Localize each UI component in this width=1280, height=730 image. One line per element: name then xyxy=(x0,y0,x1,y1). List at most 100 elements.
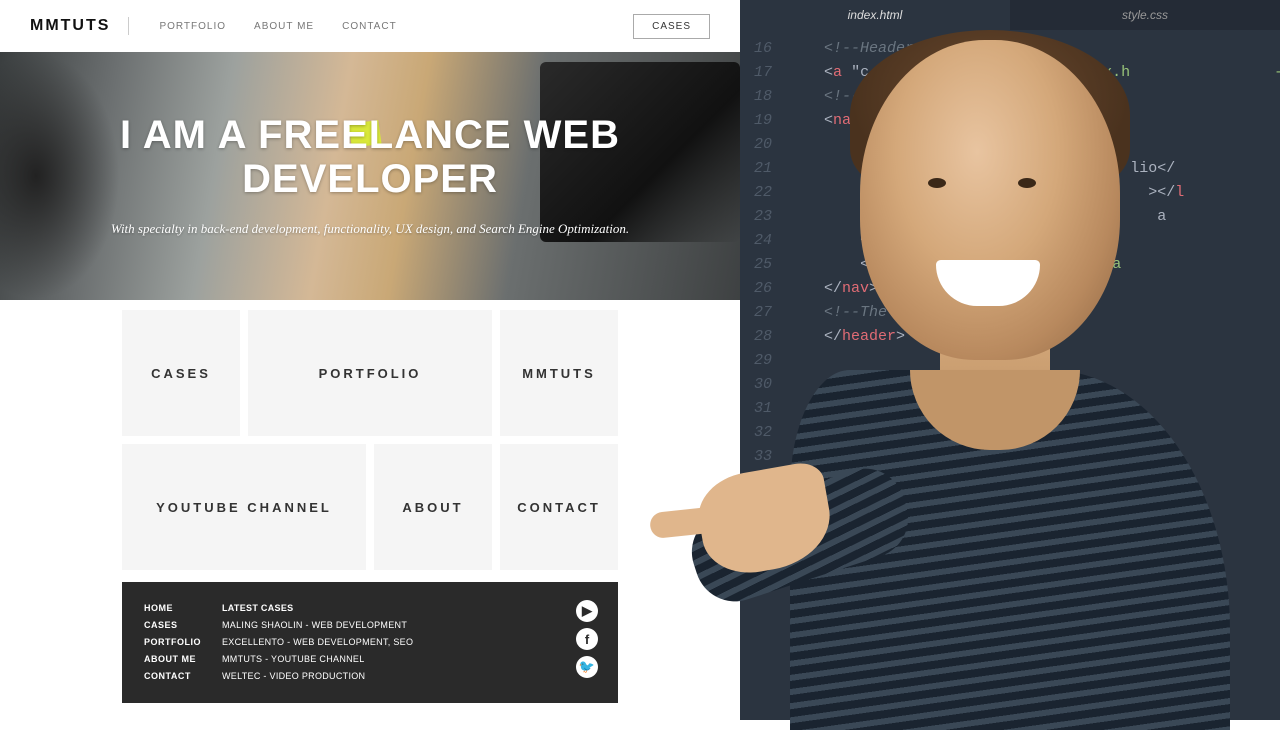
tile-mmtuts[interactable]: MMTUTS xyxy=(500,310,618,436)
code-content: </header> xyxy=(788,328,1280,345)
code-content xyxy=(788,544,1280,561)
code-content: <!--Header logo--> xyxy=(788,40,1280,57)
code-line[interactable]: 20 <ul> xyxy=(740,132,1280,156)
code-editor: index.html style.css 16 <!--Header logo-… xyxy=(740,0,1280,720)
code-content: <a "c-attr">href"c-punc">="ca ses"> xyxy=(788,256,1280,273)
brand-logo[interactable]: MMTUTS xyxy=(30,17,129,35)
hero-subtitle: With specialty in back-end development, … xyxy=(111,219,629,240)
tile-youtube[interactable]: YOUTUBE CHANNEL xyxy=(122,444,366,570)
footer-link-cases[interactable]: CASES xyxy=(144,617,222,634)
line-number: 30 xyxy=(740,376,788,393)
code-line[interactable]: 27 <!--The header E xyxy=(740,300,1280,324)
code-line[interactable]: 36 >With s xyxy=(740,516,1280,540)
line-number: 32 xyxy=(740,424,788,441)
facebook-icon[interactable]: f xyxy=(576,628,598,650)
code-line[interactable]: 21 <li><a lio</ xyxy=(740,156,1280,180)
tab-style-css[interactable]: style.css xyxy=(1010,0,1280,30)
code-line[interactable]: 34 <div "c-attr">class"c-punc">="" xyxy=(740,468,1280,492)
line-number: 37 xyxy=(740,544,788,561)
code-line[interactable]: 30 <!--The main con xyxy=(740,372,1280,396)
footer-case-item[interactable]: WELTEC - VIDEO PRODUCTION xyxy=(222,668,413,685)
editor-tabs: index.html style.css xyxy=(740,0,1280,30)
nav-about[interactable]: ABOUT ME xyxy=(254,21,314,32)
tile-about[interactable]: ABOUT xyxy=(374,444,492,570)
youtube-icon[interactable]: ▶ xyxy=(576,600,598,622)
line-number: 18 xyxy=(740,88,788,105)
code-line[interactable]: 33 <section "c-attr">class"c-punc">= xyxy=(740,444,1280,468)
line-number: 25 xyxy=(740,256,788,273)
line-number: 20 xyxy=(740,136,788,153)
footer-link-home[interactable]: HOME xyxy=(144,600,222,617)
code-line[interactable]: 25 <a "c-attr">href"c-punc">="ca ses"> xyxy=(740,252,1280,276)
code-area[interactable]: 16 <!--Header logo-->17 <a "c-attr">href… xyxy=(740,30,1280,588)
line-number: 19 xyxy=(740,112,788,129)
tile-portfolio[interactable]: PORTFOLIO xyxy=(248,310,492,436)
nav-portfolio[interactable]: PORTFOLIO xyxy=(159,21,226,32)
line-number: 38 xyxy=(740,568,788,585)
cases-button[interactable]: CASES xyxy=(633,14,710,39)
code-line[interactable]: 16 <!--Header logo--> xyxy=(740,36,1280,60)
code-line[interactable]: 19 <nav> xyxy=(740,108,1280,132)
code-content xyxy=(788,352,1280,369)
code-content: <!--The header E xyxy=(788,304,1280,321)
topbar: MMTUTS PORTFOLIO ABOUT ME CONTACT CASES xyxy=(0,0,740,52)
line-number: 35 xyxy=(740,496,788,513)
footer-case-item[interactable]: MMTUTS - YOUTUBE CHANNEL xyxy=(222,651,413,668)
line-number: 24 xyxy=(740,232,788,249)
footer-link-portfolio[interactable]: PORTFOLIO xyxy=(144,634,222,651)
code-line[interactable]: 18 <!--Header me xyxy=(740,84,1280,108)
line-number: 34 xyxy=(740,472,788,489)
footer-cases-col: LATEST CASES MALING SHAOLIN - WEB DEVELO… xyxy=(222,600,413,685)
code-line[interactable]: 24 </ul> xyxy=(740,228,1280,252)
footer-nav-col: HOME CASES PORTFOLIO ABOUT ME CONTACT xyxy=(144,600,222,685)
code-line[interactable]: 32 <!--The websit xyxy=(740,420,1280,444)
social-icons: ▶ f 🐦 xyxy=(576,600,598,678)
footer-link-about[interactable]: ABOUT ME xyxy=(144,651,222,668)
code-content: <!--Header me xyxy=(788,88,1280,105)
code-line[interactable]: 35 <h2>I AM A xyxy=(740,492,1280,516)
website-preview: MMTUTS PORTFOLIO ABOUT ME CONTACT CASES … xyxy=(0,0,740,720)
footer: HOME CASES PORTFOLIO ABOUT ME CONTACT LA… xyxy=(122,582,618,703)
tiles-section: CASES PORTFOLIO MMTUTS YOUTUBE CHANNEL A… xyxy=(0,300,740,570)
hero-title: I AM A FREELANCE WEB DEVELOPER xyxy=(0,113,740,201)
code-line[interactable]: 38 bsit xyxy=(740,564,1280,588)
footer-case-item[interactable]: EXCELLENTO - WEB DEVELOPMENT, SEO xyxy=(222,634,413,651)
code-content: >With s xyxy=(788,520,1280,537)
code-content: <ul> xyxy=(788,136,1280,153)
code-line[interactable]: 31 <main> xyxy=(740,396,1280,420)
hero-banner: I AM A FREELANCE WEB DEVELOPER With spec… xyxy=(0,52,740,300)
tile-contact[interactable]: CONTACT xyxy=(500,444,618,570)
line-number: 31 xyxy=(740,400,788,417)
code-content: <!--The main con xyxy=(788,376,1280,393)
footer-case-item[interactable]: MALING SHAOLIN - WEB DEVELOPMENT xyxy=(222,617,413,634)
line-number: 16 xyxy=(740,40,788,57)
nav-contact[interactable]: CONTACT xyxy=(342,21,397,32)
code-content: <h2>I AM A xyxy=(788,496,1280,513)
code-line[interactable]: 26 </nav> xyxy=(740,276,1280,300)
twitter-icon[interactable]: 🐦 xyxy=(576,656,598,678)
code-line[interactable]: 28 </header> xyxy=(740,324,1280,348)
code-content: <section "c-attr">class"c-punc">= xyxy=(788,448,1280,465)
code-content: <li><a lio</ xyxy=(788,160,1280,177)
nav-links: PORTFOLIO ABOUT ME CONTACT xyxy=(159,21,396,32)
code-line[interactable]: 37 xyxy=(740,540,1280,564)
code-content: <!--The websit xyxy=(788,424,1280,441)
code-content: <div "c-attr">class"c-punc">="" xyxy=(788,472,1280,489)
code-line[interactable]: 29 xyxy=(740,348,1280,372)
line-number: 26 xyxy=(740,280,788,297)
line-number: 17 xyxy=(740,64,788,81)
code-content: <nav> xyxy=(788,112,1280,129)
line-number: 36 xyxy=(740,520,788,537)
code-content: </ul> xyxy=(788,232,1280,249)
code-content: </nav> xyxy=(788,280,1280,297)
footer-link-contact[interactable]: CONTACT xyxy=(144,668,222,685)
line-number: 23 xyxy=(740,208,788,225)
code-line[interactable]: 17 <a "c-attr">href"c-punc">="index.h -b… xyxy=(740,60,1280,84)
line-number: 28 xyxy=(740,328,788,345)
line-number: 29 xyxy=(740,352,788,369)
line-number: 33 xyxy=(740,448,788,465)
code-line[interactable]: 23 <li><a h a xyxy=(740,204,1280,228)
tile-cases[interactable]: CASES xyxy=(122,310,240,436)
code-line[interactable]: 22 <li><a ></l xyxy=(740,180,1280,204)
tab-index-html[interactable]: index.html xyxy=(740,0,1010,30)
